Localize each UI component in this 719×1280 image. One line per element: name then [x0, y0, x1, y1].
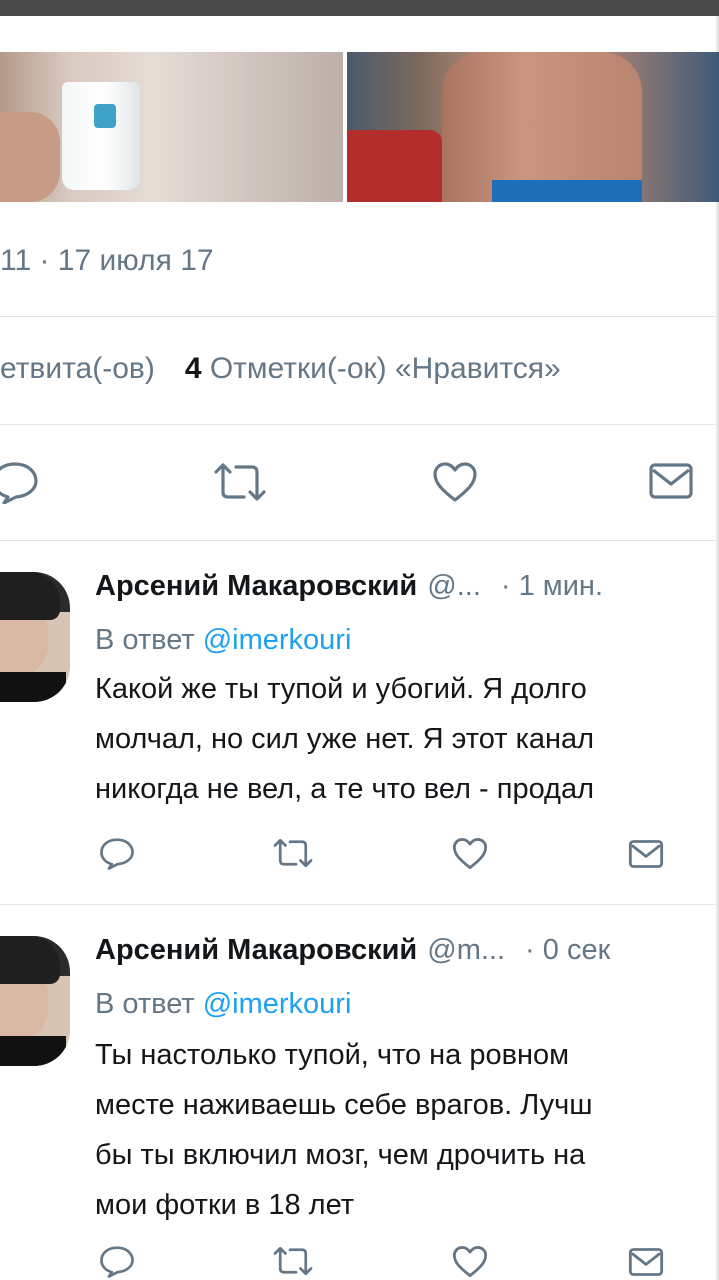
like-icon[interactable]	[432, 461, 478, 503]
divider	[0, 540, 716, 541]
divider	[0, 424, 716, 425]
author-name[interactable]: Арсений Макаровский	[95, 934, 417, 966]
avatar-shirt	[0, 1036, 66, 1066]
likes-count[interactable]: 4	[185, 352, 202, 385]
message-icon[interactable]	[648, 462, 694, 500]
tweet-stats: етвита(-ов) 4 Отметки(-ок) «Нравится»	[0, 352, 561, 386]
tweet-text-line: никогда не вел, а те что вел - продал	[95, 773, 595, 805]
reply-prefix: В ответ	[95, 988, 195, 1020]
divider	[0, 904, 716, 905]
tweet-text-line: молчал, но сил уже нет. Я этот канал	[95, 723, 595, 755]
tweet-text-line: Ты настолько тупой, что на ровном	[95, 1039, 570, 1071]
avatar[interactable]	[0, 572, 70, 702]
retweet-icon[interactable]	[272, 838, 314, 868]
message-icon[interactable]	[628, 1247, 664, 1277]
divider	[0, 316, 716, 317]
media-photo-mug[interactable]	[0, 52, 343, 202]
tweet-text: Ты настолько тупой, что на ровном месте …	[95, 1030, 719, 1230]
reply-icon[interactable]	[97, 836, 137, 870]
photo-mug	[62, 82, 140, 190]
author-handle[interactable]: @...	[427, 570, 481, 602]
avatar-shirt	[0, 672, 66, 702]
avatar[interactable]	[0, 936, 70, 1066]
tweet-text-line: месте наживаешь себе врагов. Лучш	[95, 1089, 593, 1121]
tweet-timestamp: 11 · 17 июля 17	[0, 244, 214, 277]
reply-prefix: В ответ	[95, 624, 195, 656]
reply-mention[interactable]: @imerkouri	[203, 624, 352, 656]
tweet-time: · 0 сек	[525, 934, 611, 966]
message-icon[interactable]	[628, 839, 664, 869]
avatar-hair	[0, 936, 60, 984]
reply-mention[interactable]: @imerkouri	[203, 988, 352, 1020]
retweet-icon[interactable]	[272, 1246, 314, 1276]
photo-blue-shorts	[492, 180, 642, 202]
tweet-header: Арсений Макаровский @... · 1 мин.	[95, 570, 603, 603]
like-icon[interactable]	[452, 1245, 488, 1278]
photo-hand	[0, 112, 60, 202]
tweet-time: · 1 мин.	[500, 570, 603, 602]
top-bar	[0, 0, 719, 16]
tweet-text-line: Какой же ты тупой и убогий. Я долго	[95, 673, 587, 705]
media-photo-beach[interactable]	[347, 52, 719, 202]
mug-logo	[94, 104, 116, 128]
reply-icon[interactable]	[97, 1244, 137, 1278]
retweet-icon[interactable]	[212, 462, 268, 502]
tweet-text: Какой же ты тупой и убогий. Я долго молч…	[95, 664, 719, 814]
tweet-header: Арсений Макаровский @m... · 0 сек	[95, 934, 610, 967]
avatar-hair	[0, 572, 60, 620]
author-name[interactable]: Арсений Макаровский	[95, 570, 417, 602]
reply-icon[interactable]	[0, 460, 42, 504]
reply-context: В ответ @imerkouri	[95, 624, 351, 657]
tweet-text-line: мои фотки в 18 лет	[95, 1189, 355, 1221]
reply-context: В ответ @imerkouri	[95, 988, 351, 1021]
likes-label[interactable]: Отметки(-ок) «Нравится»	[210, 352, 561, 385]
tweet-media	[0, 52, 719, 202]
like-icon[interactable]	[452, 837, 488, 870]
retweets-label[interactable]: етвита(-ов)	[0, 352, 155, 385]
author-handle[interactable]: @m...	[427, 934, 505, 966]
tweet-text-line: бы ты включил мозг, чем дрочить на	[95, 1139, 586, 1171]
photo-red-shorts	[347, 130, 442, 202]
